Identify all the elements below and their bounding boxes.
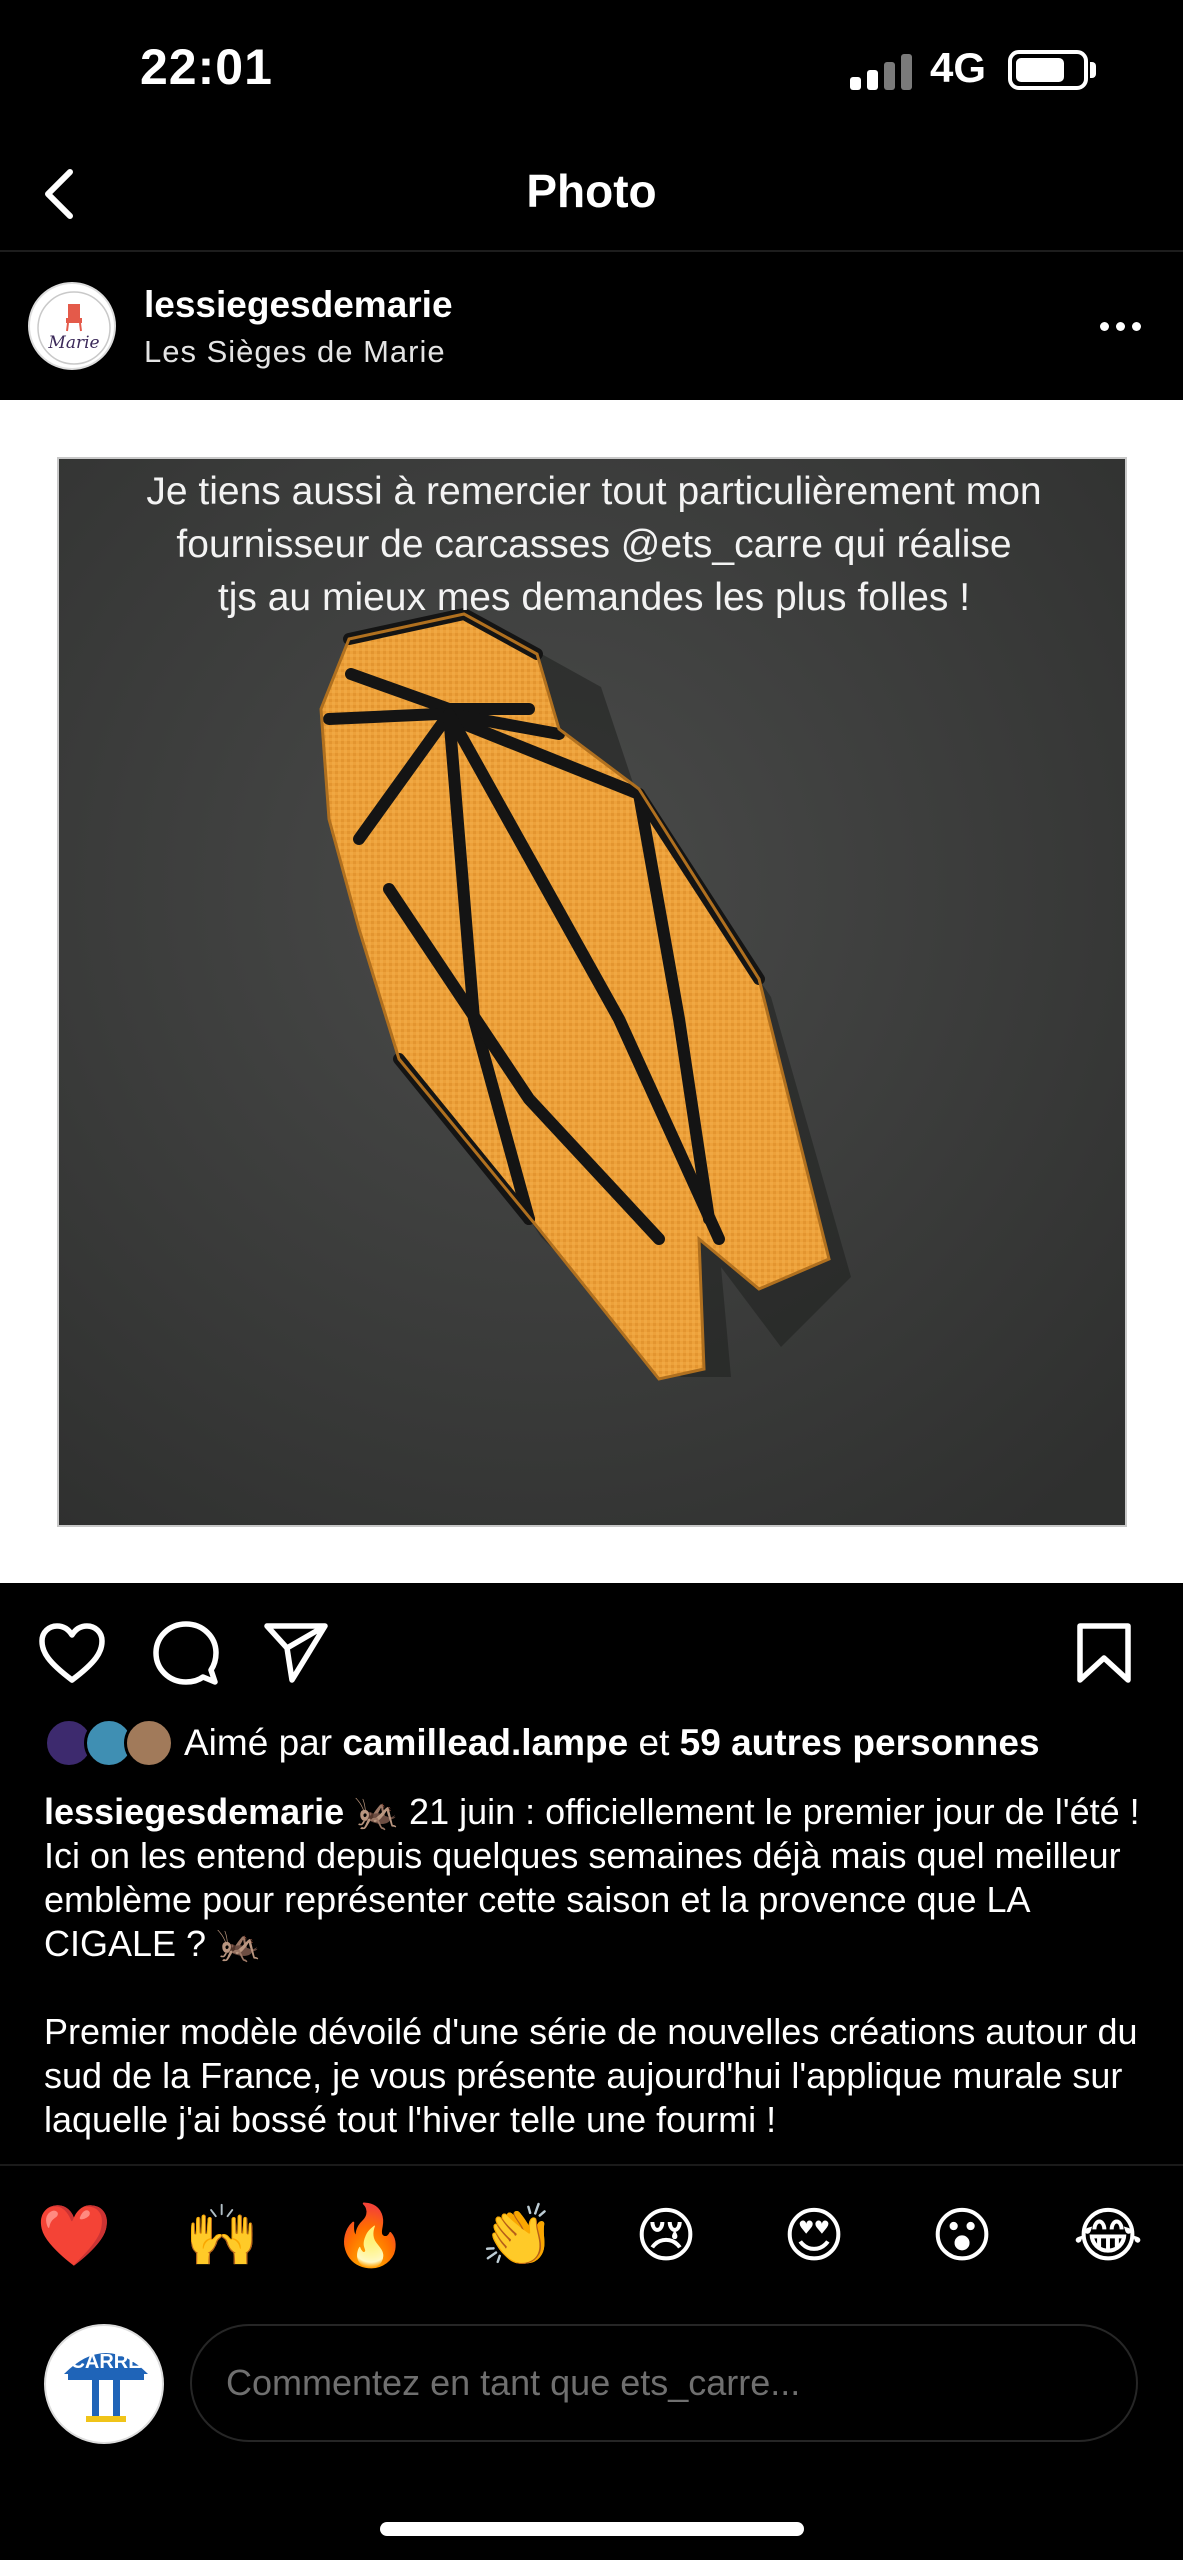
more-options-button[interactable] <box>1090 304 1150 348</box>
app-screen: 22:01 4G Photo Marie lessiegesdemarie Le… <box>0 0 1183 2560</box>
emoji-quick-reactions: ❤️ 🙌 🔥 👏 😢 😍 😮 😂 <box>0 2164 1183 2304</box>
liked-by-and: et <box>638 1722 670 1763</box>
emoji-clapping[interactable]: 👏 <box>480 2198 556 2274</box>
chevron-left-icon <box>45 169 73 219</box>
status-bar: 22:01 4G <box>0 0 1183 140</box>
network-type: 4G <box>930 44 987 91</box>
speech-bubble-icon <box>153 1621 219 1685</box>
battery-icon <box>1008 50 1088 90</box>
emoji-heart[interactable]: ❤️ <box>36 2198 112 2274</box>
liked-by-others-count[interactable]: 59 autres personnes <box>680 1722 1040 1763</box>
caption-paragraph-2: Premier modèle dévoilé d'une série de no… <box>44 2011 1138 2140</box>
liked-by-text: Aimé par camillead.lampe et 59 autres pe… <box>184 1722 1040 1764</box>
status-time: 22:01 <box>140 39 273 95</box>
bookmark-icon <box>1077 1623 1131 1683</box>
back-button[interactable] <box>28 162 92 226</box>
paper-plane-icon <box>264 1623 328 1683</box>
share-button[interactable] <box>256 1618 336 1688</box>
svg-text:CARRE: CARRE <box>70 2351 141 2373</box>
home-indicator[interactable] <box>380 2522 804 2536</box>
emoji-heart-eyes[interactable]: 😍 <box>776 2198 852 2274</box>
emoji-raised-hands[interactable]: 🙌 <box>184 2198 260 2274</box>
post-image[interactable]: Je tiens aussi à remercier tout particul… <box>0 400 1183 1583</box>
svg-text:Marie: Marie <box>47 333 99 353</box>
image-overlay-text: Je tiens aussi à remercier tout particul… <box>59 465 1125 624</box>
like-button[interactable] <box>32 1618 112 1688</box>
ets-carre-logo: CARRE <box>64 2351 148 2422</box>
comment-input[interactable] <box>190 2324 1138 2442</box>
page-title: Photo <box>526 165 657 217</box>
likes-row[interactable]: Aimé par camillead.lampe et 59 autres pe… <box>0 1712 1183 1778</box>
dot <box>1115 321 1125 331</box>
image-caption-line: fournisseur de carcasses @ets_carre qui … <box>176 523 1012 566</box>
caption-username[interactable]: lessiegesdemarie <box>44 1791 344 1832</box>
caption-area: lessiegesdemarie 🦗 21 juin : officiellem… <box>0 1790 1183 2162</box>
emoji-fire[interactable]: 🔥 <box>332 2198 408 2274</box>
emoji-surprised[interactable]: 😮 <box>924 2198 1000 2274</box>
post-caption: lessiegesdemarie 🦗 21 juin : officiellem… <box>44 1790 1154 2162</box>
battery-tip <box>1090 62 1096 78</box>
emoji-laughing[interactable]: 😂 <box>1070 2198 1146 2274</box>
cicada-photo: Je tiens aussi à remercier tout particul… <box>57 457 1127 1527</box>
heart-icon <box>39 1623 105 1683</box>
image-caption-line: tjs au mieux mes demandes les plus folle… <box>217 576 971 619</box>
post-actions <box>0 1600 1183 1700</box>
author-avatar[interactable]: Marie <box>28 282 116 370</box>
current-user-avatar: CARRE <box>44 2324 164 2444</box>
emoji-crying[interactable]: 😢 <box>628 2198 704 2274</box>
comment-composer: CARRE <box>0 2310 1183 2460</box>
author-display-name: Les Sièges de Marie <box>144 334 446 369</box>
post-header: Marie lessiegesdemarie Les Sièges de Mar… <box>0 254 1183 400</box>
image-caption-line: Je tiens aussi à remercier tout particul… <box>146 470 1042 513</box>
liker-avatar <box>124 1718 174 1768</box>
liked-by-username[interactable]: camillead.lampe <box>342 1722 628 1763</box>
author-username[interactable]: lessiegesdemarie <box>144 284 453 326</box>
dot <box>1131 321 1141 331</box>
nav-bar: Photo <box>0 140 1183 252</box>
comment-button[interactable] <box>146 1618 226 1688</box>
liked-by-prefix: Aimé par <box>184 1722 333 1763</box>
more-horizontal-icon <box>1099 321 1109 331</box>
liker-avatars <box>44 1718 174 1770</box>
author-logo: Marie <box>37 291 111 365</box>
save-button[interactable] <box>1064 1618 1144 1688</box>
signal-strength-icon <box>850 52 912 90</box>
